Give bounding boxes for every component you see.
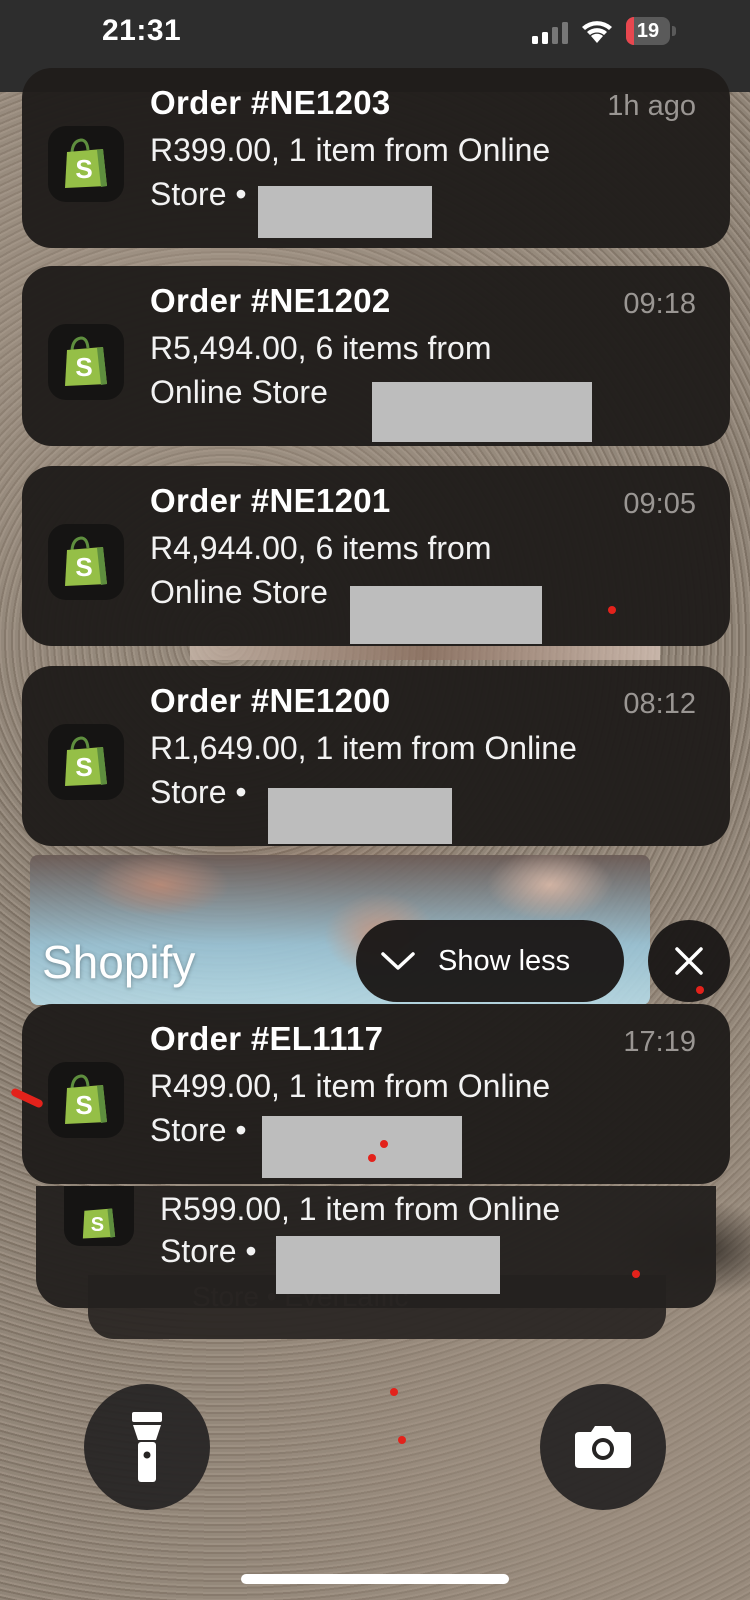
show-less-button[interactable]: Show less bbox=[356, 920, 624, 1002]
stacked-notification[interactable]: S R599.00, 1 item from Online Store • bbox=[36, 1186, 716, 1308]
notification-card[interactable]: S Order #NE1200 08:12 R1,649.00, 1 item … bbox=[22, 666, 730, 846]
redaction-block bbox=[372, 382, 592, 442]
shopify-app-icon: S bbox=[48, 126, 124, 202]
shopify-bag-icon: S bbox=[82, 1208, 116, 1239]
annotation-dot bbox=[696, 986, 704, 994]
annotation-dot bbox=[632, 1270, 640, 1278]
home-indicator[interactable] bbox=[241, 1574, 509, 1584]
notification-body-line: R4,944.00, 6 items from bbox=[150, 530, 492, 566]
notification-time: 1h ago bbox=[607, 90, 696, 122]
cellular-signal-icon bbox=[532, 22, 568, 44]
shopify-bag-icon: S bbox=[65, 536, 107, 586]
close-icon bbox=[675, 947, 703, 975]
battery-cap bbox=[672, 26, 676, 36]
svg-text:S: S bbox=[75, 352, 92, 382]
shopify-bag-icon: S bbox=[65, 138, 107, 188]
annotation-dot bbox=[390, 1388, 398, 1396]
notification-body-line: R1,649.00, 1 item from Online bbox=[150, 730, 577, 766]
shopify-bag-icon: S bbox=[65, 336, 107, 386]
annotation-dot bbox=[398, 1436, 406, 1444]
redaction-block bbox=[268, 788, 452, 844]
shopify-app-icon: S bbox=[64, 1186, 134, 1246]
shopify-bag-icon: S bbox=[65, 1074, 107, 1124]
shopify-app-icon: S bbox=[48, 724, 124, 800]
svg-text:S: S bbox=[75, 752, 92, 782]
shopify-app-icon: S bbox=[48, 1062, 124, 1138]
show-less-label: Show less bbox=[438, 944, 571, 977]
notification-title: Order #NE1203 bbox=[150, 84, 391, 121]
notification-time: 09:18 bbox=[623, 288, 696, 320]
annotation-dot bbox=[368, 1154, 376, 1162]
wifi-icon bbox=[582, 21, 612, 43]
notification-time: 09:05 bbox=[623, 488, 696, 520]
notification-body-line: R5,494.00, 6 items from bbox=[150, 330, 492, 366]
camera-button[interactable] bbox=[540, 1384, 666, 1510]
camera-icon bbox=[575, 1426, 631, 1468]
redaction-block bbox=[350, 586, 542, 644]
annotation-dot bbox=[380, 1140, 388, 1148]
shopify-bag-icon: S bbox=[65, 736, 107, 786]
shopify-app-icon: S bbox=[48, 324, 124, 400]
notification-title: Order #NE1201 bbox=[150, 482, 391, 519]
notification-title: Order #NE1202 bbox=[150, 282, 391, 319]
notification-body-line: R499.00, 1 item from Online bbox=[150, 1068, 551, 1104]
battery-icon: 19 bbox=[626, 17, 670, 45]
chevron-down-icon bbox=[381, 952, 415, 970]
redaction-block bbox=[276, 1236, 500, 1294]
notification-body-line: R599.00, 1 item from Online bbox=[160, 1191, 561, 1227]
notification-time: 08:12 bbox=[623, 688, 696, 720]
status-time: 21:31 bbox=[102, 14, 182, 47]
svg-text:S: S bbox=[91, 1214, 104, 1236]
shopify-app-icon: S bbox=[48, 524, 124, 600]
notification-card-front[interactable]: S Order #EL1117 17:19 R499.00, 1 item fr… bbox=[22, 1004, 730, 1184]
notification-title: Order #NE1200 bbox=[150, 682, 391, 719]
annotation-dot bbox=[608, 606, 616, 614]
notification-title: Order #EL1117 bbox=[150, 1020, 384, 1057]
notification-body-line: R399.00, 1 item from Online bbox=[150, 132, 551, 168]
notification-card[interactable]: S Order #NE1202 09:18 R5,494.00, 6 items… bbox=[22, 266, 730, 446]
notification-card[interactable]: S Order #NE1203 1h ago R399.00, 1 item f… bbox=[22, 68, 730, 248]
redaction-block bbox=[258, 186, 432, 238]
svg-text:S: S bbox=[75, 552, 92, 582]
svg-text:S: S bbox=[75, 1090, 92, 1120]
redaction-block bbox=[262, 1116, 462, 1178]
battery-percent: 19 bbox=[636, 20, 660, 42]
clear-group-button[interactable] bbox=[648, 920, 730, 1002]
notification-group-title: Shopify bbox=[42, 936, 196, 988]
flashlight-icon bbox=[132, 1412, 162, 1482]
notification-time: 17:19 bbox=[623, 1026, 696, 1058]
svg-text:S: S bbox=[75, 154, 92, 184]
notification-card[interactable]: S Order #NE1201 09:05 R4,944.00, 6 items… bbox=[22, 466, 730, 646]
flashlight-button[interactable] bbox=[84, 1384, 210, 1510]
